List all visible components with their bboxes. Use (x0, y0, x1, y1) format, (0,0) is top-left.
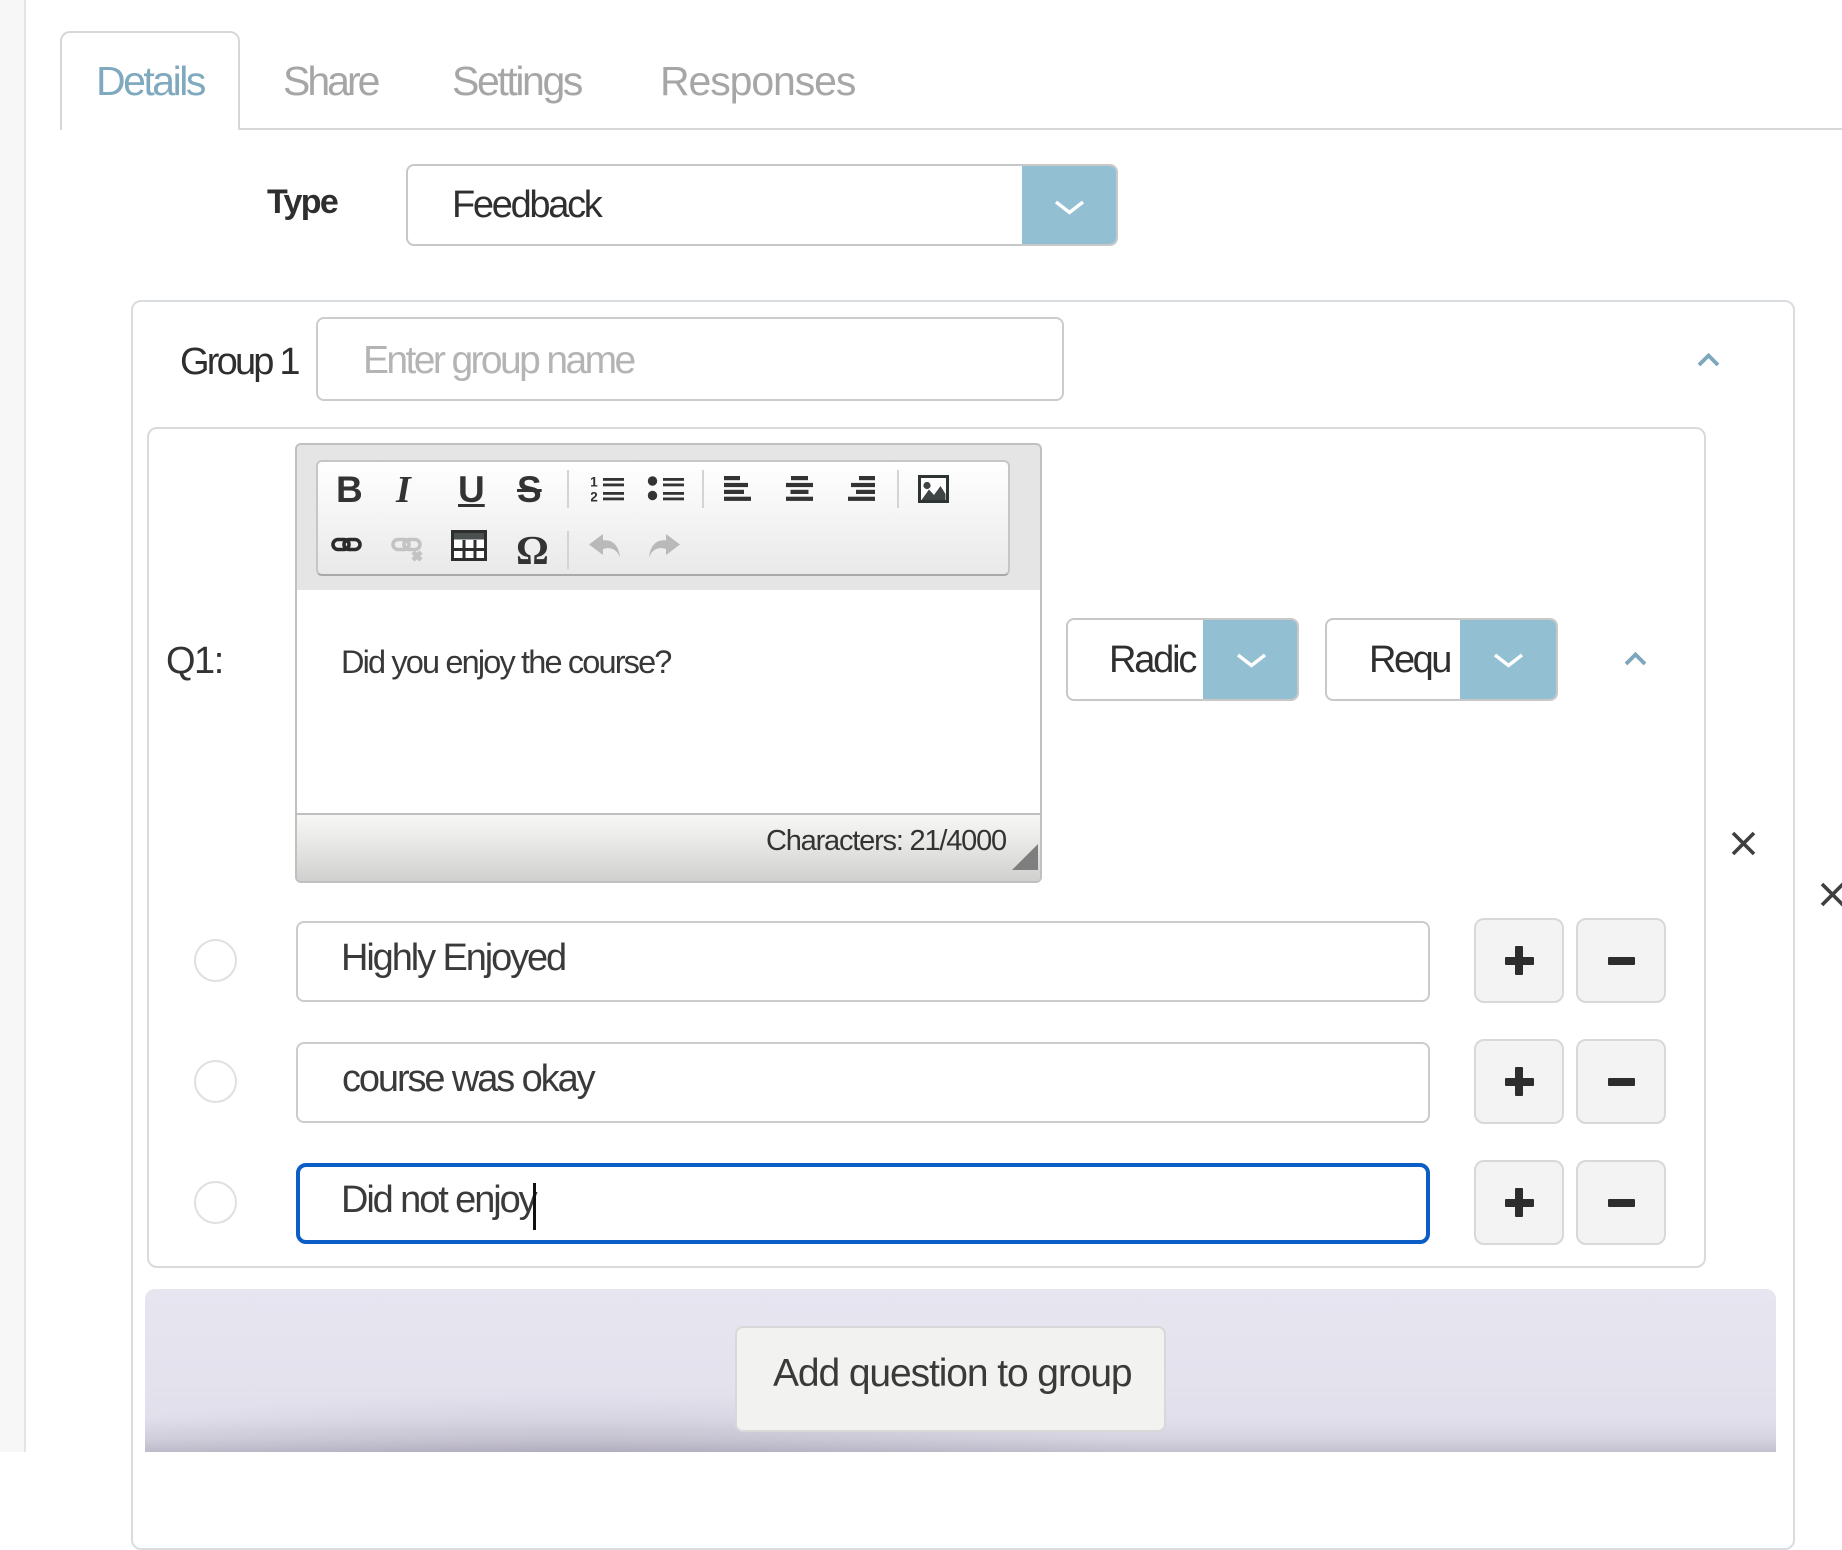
svg-text:2: 2 (591, 489, 598, 503)
svg-text:1: 1 (591, 474, 598, 490)
